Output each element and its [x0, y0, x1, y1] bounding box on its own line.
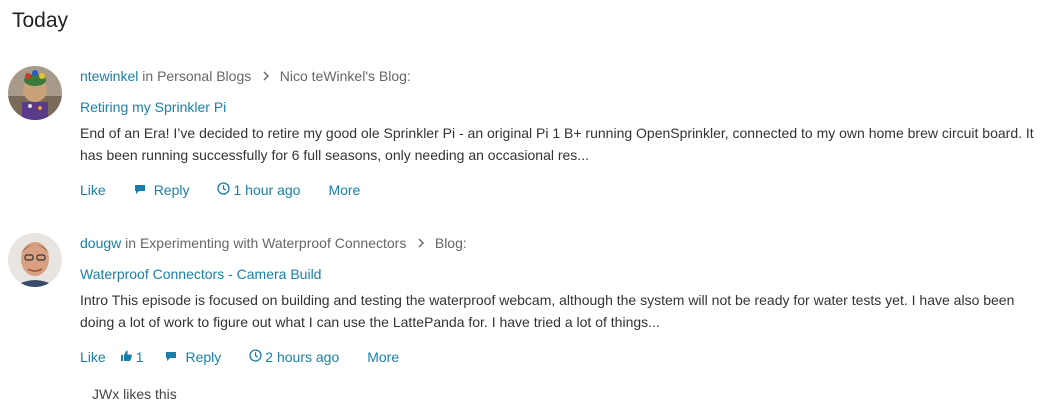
reply-label: Reply	[185, 349, 222, 365]
more-button[interactable]: More	[367, 349, 399, 365]
chevron-right-icon	[418, 236, 429, 251]
post-excerpt: End of an Era! I’ve decided to retire my…	[80, 125, 1034, 163]
blog-link[interactable]: Blog:	[435, 235, 467, 251]
chevron-right-icon	[263, 69, 274, 84]
clock-icon	[217, 182, 231, 198]
in-word: in	[142, 68, 154, 84]
like-count[interactable]: 1	[120, 349, 144, 365]
like-button[interactable]: Like	[80, 182, 106, 198]
post-title-link[interactable]: Retiring my Sprinkler Pi	[80, 99, 226, 115]
thumbs-up-icon	[120, 349, 133, 365]
likes-summary[interactable]: JWx likes this	[92, 386, 177, 402]
section-title: Today	[12, 9, 69, 32]
author-link[interactable]: dougw	[80, 235, 121, 251]
place-link[interactable]: Experimenting with Waterproof Connectors	[140, 235, 406, 251]
post-excerpt: Intro This episode is focused on buildin…	[80, 292, 1015, 330]
like-count-value: 1	[135, 349, 144, 365]
reply-bubble-icon	[134, 182, 146, 198]
post-title-link[interactable]: Waterproof Connectors - Camera Build	[80, 266, 321, 282]
clock-icon	[249, 349, 262, 365]
reply-button[interactable]: Reply	[134, 182, 190, 198]
avatar[interactable]	[8, 233, 62, 287]
timestamp-label: 2 hours ago	[265, 349, 340, 365]
blog-link[interactable]: Nico teWinkel's Blog:	[280, 68, 411, 84]
like-button[interactable]: Like	[80, 349, 106, 365]
post-actions: Like Reply 1 hour ago More	[80, 182, 360, 198]
post-actions: Like 1 Reply 2 hours ago More	[80, 349, 399, 365]
reply-bubble-icon	[165, 349, 177, 365]
author-link[interactable]: ntewinkel	[80, 68, 138, 84]
place-link[interactable]: Personal Blogs	[157, 68, 251, 84]
timestamp-label: 1 hour ago	[233, 182, 301, 198]
in-word: in	[125, 235, 137, 251]
timestamp-link[interactable]: 1 hour ago	[217, 182, 300, 198]
post-meta: ntewinkel in Personal Blogs Nico teWinke…	[80, 68, 411, 84]
avatar[interactable]	[8, 66, 62, 120]
more-button[interactable]: More	[328, 182, 360, 198]
timestamp-link[interactable]: 2 hours ago	[249, 349, 339, 365]
reply-button[interactable]: Reply	[165, 349, 221, 365]
post-meta: dougw in Experimenting with Waterproof C…	[80, 235, 467, 251]
reply-label: Reply	[153, 182, 190, 198]
